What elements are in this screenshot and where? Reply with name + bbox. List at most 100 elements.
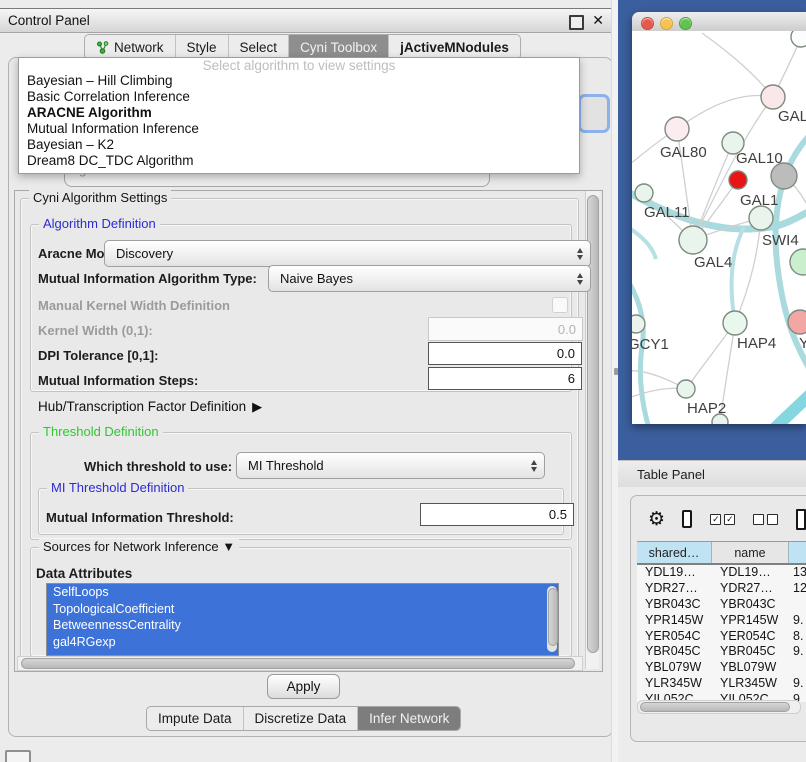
mi-steps-label: Mutual Information Steps:: [38, 373, 198, 388]
network-node[interactable]: [723, 311, 747, 335]
tab-style[interactable]: Style: [175, 35, 228, 59]
data-attributes-list[interactable]: SelfLoopsTopologicalCoefficientBetweenne…: [46, 583, 559, 656]
control-panel-title: Control Panel: [8, 13, 90, 28]
attribute-list-item[interactable]: BetweennessCentrality: [47, 617, 558, 634]
node-label: HAP4: [737, 335, 776, 352]
table-cell: YDR27…: [637, 581, 712, 597]
close-window-icon[interactable]: ✕: [592, 12, 604, 29]
table-cell: YBR045C: [712, 644, 789, 660]
table-row[interactable]: YER054CYER054C8.: [637, 629, 806, 645]
table-cell: YDL19…: [637, 565, 712, 581]
network-node[interactable]: [679, 226, 707, 254]
network-node[interactable]: [632, 315, 645, 333]
stepper-icon: [577, 248, 583, 260]
attributes-list-scrollbar[interactable]: [547, 586, 557, 652]
table-cell: YDR27…: [712, 581, 789, 597]
tab-jactivemnodules[interactable]: jActiveMNodules: [388, 35, 520, 59]
table-row[interactable]: YPR145WYPR145W9.: [637, 613, 806, 629]
kernel-width-field[interactable]: 0.0: [428, 317, 583, 341]
column-header[interactable]: shared…: [637, 542, 712, 563]
stepper-icon: [577, 273, 583, 285]
tab-label: Select: [240, 40, 278, 55]
dpi-tolerance-label: DPI Tolerance [0,1]:: [38, 348, 158, 363]
table-row[interactable]: YBL079WYBL079W: [637, 660, 806, 676]
network-node[interactable]: [761, 85, 785, 109]
network-node[interactable]: [729, 171, 747, 189]
table-cell: YPR145W: [712, 613, 789, 629]
deselect-all-checkboxes-icon[interactable]: [753, 514, 778, 525]
network-canvas[interactable]: GALGAL80GAL10GAL11GAL1SWI4GAL4GCY1HAP4YH…: [632, 31, 806, 424]
node-label: GAL10: [736, 150, 783, 167]
attribute-list-item[interactable]: gal4RGexp: [47, 634, 558, 651]
node-label: SWI4: [762, 232, 799, 249]
table-row[interactable]: YDR27…YDR27…12: [637, 581, 806, 597]
mac-minimize-icon[interactable]: [660, 17, 673, 30]
algorithm-option[interactable]: Bayesian – Hill Climbing: [19, 73, 579, 89]
split-columns-icon[interactable]: [682, 510, 692, 528]
network-node[interactable]: [677, 380, 695, 398]
mi-steps-field[interactable]: 6: [428, 367, 582, 390]
hub-transcription-factor-disclosure[interactable]: Hub/Transcription Factor Definition▶: [38, 399, 262, 415]
mac-zoom-icon[interactable]: [679, 17, 692, 30]
tab-select[interactable]: Select: [228, 35, 289, 59]
mi-algorithm-type-label: Mutual Information Algorithm Type:: [38, 271, 257, 286]
network-node[interactable]: [635, 184, 653, 202]
focused-combo-fragment[interactable]: [578, 94, 610, 133]
network-node[interactable]: [749, 206, 773, 230]
table-cell: YBL079W: [712, 660, 789, 676]
collapsed-panel-icon[interactable]: [5, 750, 31, 762]
network-node[interactable]: [791, 31, 806, 47]
mi-threshold-field[interactable]: 0.5: [420, 503, 574, 526]
apply-button[interactable]: Apply: [267, 674, 340, 699]
table-cell: 8.: [789, 629, 806, 645]
algorithm-option[interactable]: Mutual Information Inference: [19, 121, 579, 137]
dpi-tolerance-field[interactable]: 0.0: [428, 342, 582, 365]
network-window-titlebar[interactable]: [632, 12, 806, 32]
mi-algorithm-type-value: Naive Bayes: [280, 271, 353, 286]
network-node[interactable]: [665, 117, 689, 141]
algorithm-option[interactable]: ARACNE Algorithm: [19, 105, 579, 121]
table-row[interactable]: YLR345WYLR345W9.: [637, 676, 806, 692]
which-threshold-value: MI Threshold: [248, 458, 324, 473]
table-cell: 12: [789, 581, 806, 597]
aracne-mode-select[interactable]: Discovery: [104, 240, 591, 267]
algorithm-option[interactable]: Bayesian – K2: [19, 137, 579, 153]
manual-kernel-width-checkbox[interactable]: [552, 297, 568, 313]
tab-network[interactable]: Network: [85, 35, 175, 59]
table-row[interactable]: YBR045CYBR045C9.: [637, 644, 806, 660]
column-header[interactable]: [789, 542, 806, 563]
algorithm-option[interactable]: Dream8 DC_TDC Algorithm: [19, 153, 579, 169]
node-label: GAL80: [660, 144, 707, 161]
network-node[interactable]: [788, 310, 806, 334]
sources-title: Sources for Network Inference ▼: [39, 539, 239, 554]
tab-cyni-toolbox[interactable]: Cyni Toolbox: [288, 35, 388, 59]
mac-close-icon[interactable]: [641, 17, 654, 30]
tab-infer-network[interactable]: Infer Network: [357, 707, 460, 730]
float-window-icon[interactable]: [569, 15, 584, 30]
kernel-width-label: Kernel Width (0,1):: [38, 323, 153, 338]
network-node[interactable]: [790, 249, 806, 275]
attribute-list-item[interactable]: TopologicalCoefficient: [47, 601, 558, 618]
gear-icon[interactable]: ⚙: [648, 508, 665, 531]
attribute-list-item[interactable]: SelfLoops: [47, 584, 558, 601]
table-cell: YBL079W: [637, 660, 712, 676]
tab-discretize-data[interactable]: Discretize Data: [243, 707, 358, 730]
table-horizontal-scrollbar[interactable]: [637, 700, 801, 714]
settings-horizontal-scrollbar[interactable]: [17, 656, 583, 671]
column-header[interactable]: name: [712, 542, 789, 563]
threshold-definition-title: Threshold Definition: [39, 424, 163, 439]
table-row[interactable]: YBR043CYBR043C: [637, 597, 806, 613]
table-header-row: shared…name: [637, 541, 806, 565]
screen: Control Panel ✕ NetworkStyle Select Cyni T…: [0, 0, 806, 762]
table-cell: [789, 597, 806, 613]
mi-algorithm-type-select[interactable]: Naive Bayes: [268, 265, 591, 292]
which-threshold-select[interactable]: MI Threshold: [236, 452, 545, 479]
table-cell: YLR345W: [637, 676, 712, 692]
document-icon[interactable]: [796, 509, 806, 530]
table-cell: 13: [789, 565, 806, 581]
algorithm-option[interactable]: Basic Correlation Inference: [19, 89, 579, 105]
table-row[interactable]: YDL19…YDL19…13: [637, 565, 806, 581]
tab-impute-data[interactable]: Impute Data: [147, 707, 243, 730]
select-all-checkboxes-icon[interactable]: ✓✓: [710, 514, 735, 525]
table-cell: 9.: [789, 644, 806, 660]
